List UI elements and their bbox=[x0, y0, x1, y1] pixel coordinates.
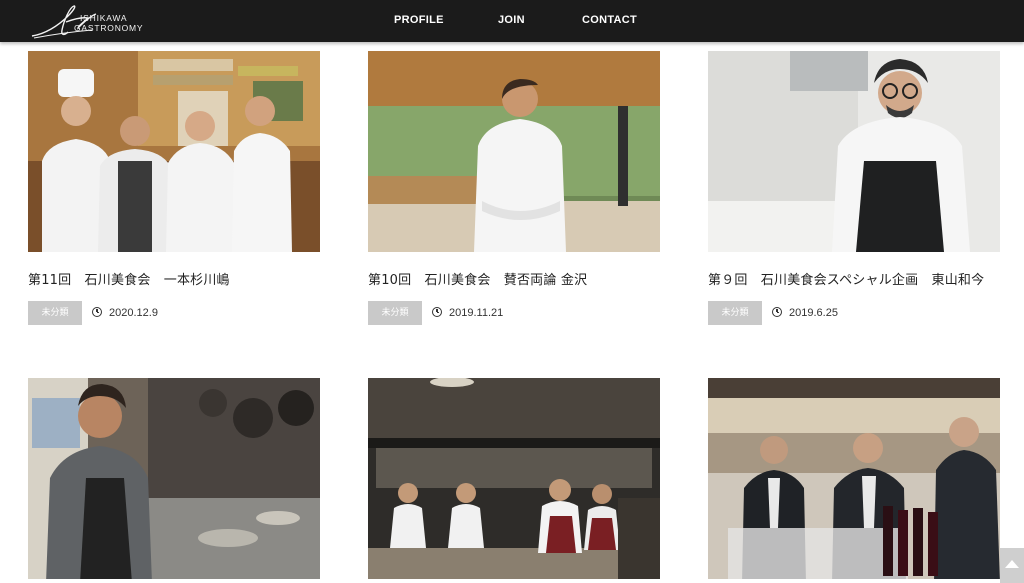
site-logo[interactable]: ISHIKAWA GASTRONOMY bbox=[30, 4, 180, 40]
post-thumbnail[interactable] bbox=[708, 51, 1000, 252]
nav-contact[interactable]: CONTACT bbox=[582, 14, 637, 26]
post-title[interactable]: 第10回 石川美食会 賛否両論 金沢 bbox=[368, 269, 587, 288]
category-badge[interactable]: 未分類 bbox=[708, 301, 762, 325]
post-thumbnail[interactable] bbox=[368, 51, 660, 252]
category-badge[interactable]: 未分類 bbox=[28, 301, 82, 325]
logo-line-1: ISHIKAWA bbox=[80, 13, 128, 23]
post-date: 2019.11.21 bbox=[432, 307, 503, 319]
site-header: ISHIKAWA GASTRONOMY PROFILE JOIN CONTACT bbox=[0, 0, 1024, 42]
post-thumbnail[interactable] bbox=[28, 378, 320, 579]
post-date-text: 2019.11.21 bbox=[449, 307, 504, 319]
nav-join[interactable]: JOIN bbox=[498, 14, 525, 26]
post-title[interactable]: 第11回 石川美食会 一本杉川嶋 bbox=[28, 269, 230, 288]
photo-chefs-group bbox=[28, 51, 320, 252]
clock-icon bbox=[772, 307, 782, 317]
post-title[interactable]: 第９回 石川美食会スペシャル企画 東山和今 bbox=[708, 269, 984, 288]
back-to-top-button[interactable] bbox=[1000, 548, 1024, 583]
post-date: 2020.12.9 bbox=[92, 307, 158, 319]
post-date: 2019.6.25 bbox=[772, 307, 838, 319]
photo-chef-at-stove bbox=[28, 378, 320, 579]
logo-wordmark: ISHIKAWA GASTRONOMY bbox=[74, 13, 143, 33]
clock-icon bbox=[432, 307, 442, 317]
photo-chef-black-apron bbox=[708, 51, 1000, 252]
logo-line-2: GASTRONOMY bbox=[74, 23, 144, 33]
photo-chef-arms-crossed bbox=[368, 51, 660, 252]
post-date-text: 2020.12.9 bbox=[109, 307, 158, 319]
photo-open-kitchen bbox=[368, 378, 660, 579]
post-thumbnail[interactable] bbox=[368, 378, 660, 579]
category-badge[interactable]: 未分類 bbox=[368, 301, 422, 325]
clock-icon bbox=[92, 307, 102, 317]
nav-profile[interactable]: PROFILE bbox=[394, 14, 444, 26]
post-thumbnail[interactable] bbox=[28, 51, 320, 252]
post-thumbnail[interactable] bbox=[708, 378, 1000, 579]
photo-men-with-wine bbox=[708, 378, 1000, 579]
post-date-text: 2019.6.25 bbox=[789, 307, 838, 319]
